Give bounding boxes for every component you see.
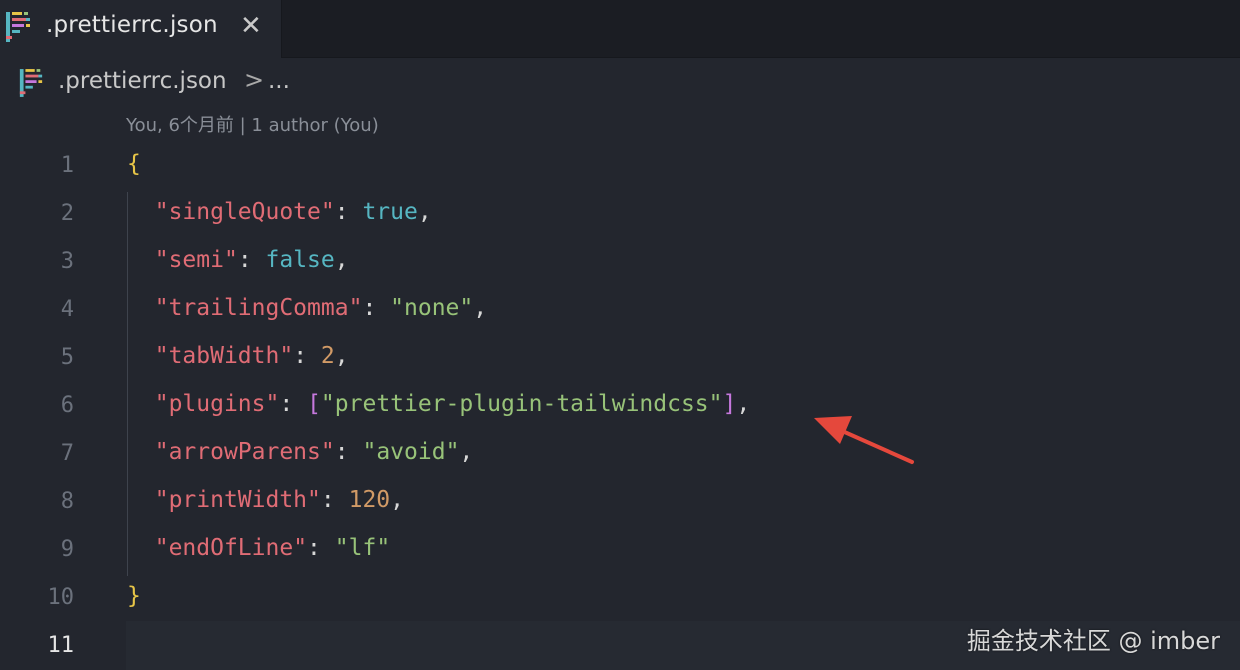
- line-number: 11: [47, 633, 75, 658]
- code-content: {: [127, 151, 141, 177]
- line-number: 6: [60, 393, 74, 418]
- watermark: 掘金技术社区 @ imber: [966, 627, 1220, 655]
- json-value: none: [404, 295, 460, 321]
- tab-prettierrc[interactable]: .prettierrc.json ✕: [0, 0, 282, 58]
- code-content: "semi": false,: [154, 247, 349, 273]
- line-number: 5: [60, 345, 74, 370]
- prettier-file-icon: [6, 12, 30, 42]
- code-line: 10 }: [0, 576, 1240, 624]
- json-key: plugins: [168, 391, 266, 417]
- code-line: 9 "endOfLine": "lf": [0, 528, 1240, 576]
- line-number: 7: [60, 441, 74, 466]
- code-line: 2 "singleQuote": true,: [0, 192, 1240, 240]
- code-content: "arrowParens": "avoid",: [154, 439, 474, 465]
- editor-window: .prettierrc.json ✕ .prettierrc.json > ..…: [0, 0, 1240, 670]
- code-content: "plugins": ["prettier-plugin-tailwindcss…: [154, 391, 751, 417]
- json-value: avoid: [376, 439, 446, 465]
- code-content: }: [127, 583, 141, 609]
- json-value: false: [265, 247, 335, 273]
- breadcrumb-more[interactable]: ...: [268, 68, 290, 94]
- breadcrumb: .prettierrc.json > ...: [0, 62, 600, 106]
- close-icon[interactable]: ✕: [240, 11, 262, 41]
- prettier-file-icon: [19, 69, 43, 97]
- json-key: semi: [168, 247, 224, 273]
- json-key: arrowParens: [168, 439, 321, 465]
- git-blame-annotation[interactable]: You, 6个月前 | 1 author (You): [126, 111, 379, 137]
- code-content: "endOfLine": "lf": [154, 535, 391, 561]
- code-line: 6 "plugins": ["prettier-plugin-tailwindc…: [0, 384, 1240, 432]
- line-number: 10: [47, 585, 75, 610]
- arrow-annotation-icon: [814, 416, 914, 464]
- tab-bar: .prettierrc.json ✕: [0, 0, 1240, 58]
- breadcrumb-file[interactable]: .prettierrc.json: [58, 68, 227, 94]
- line-number: 2: [60, 201, 74, 226]
- code-line: 5 "tabWidth": 2,: [0, 336, 1240, 384]
- code-line: 4 "trailingComma": "none",: [0, 288, 1240, 336]
- json-key: tabWidth: [168, 343, 280, 369]
- chevron-right-icon: >: [244, 66, 265, 94]
- json-key: printWidth: [168, 487, 308, 513]
- code-line: 8 "printWidth": 120,: [0, 480, 1240, 528]
- json-value: 2: [320, 343, 335, 369]
- code-content: "trailingComma": "none",: [154, 295, 488, 321]
- json-value: lf: [348, 535, 377, 561]
- code-content: "printWidth": 120,: [154, 487, 405, 513]
- code-line: 1 {: [0, 144, 1240, 192]
- json-key: trailingComma: [168, 295, 349, 321]
- json-value: true: [362, 199, 418, 225]
- json-key: singleQuote: [168, 199, 321, 225]
- code-editor[interactable]: 1 { 2 "singleQuote": true, 3 "semi": fal…: [0, 144, 1240, 670]
- json-key: endOfLine: [168, 535, 294, 561]
- code-content: "tabWidth": 2,: [154, 343, 349, 369]
- line-number: 4: [60, 297, 74, 322]
- line-number: 1: [60, 153, 74, 178]
- code-line: 3 "semi": false,: [0, 240, 1240, 288]
- line-number: 8: [60, 489, 74, 514]
- line-number: 3: [60, 249, 74, 274]
- code-line: 7 "arrowParens": "avoid",: [0, 432, 1240, 480]
- json-value: prettier-plugin-tailwindcss: [334, 391, 709, 417]
- json-value: 120: [348, 487, 391, 513]
- tab-label: .prettierrc.json: [46, 12, 218, 38]
- code-content: "singleQuote": true,: [154, 199, 432, 225]
- line-number: 9: [60, 537, 74, 562]
